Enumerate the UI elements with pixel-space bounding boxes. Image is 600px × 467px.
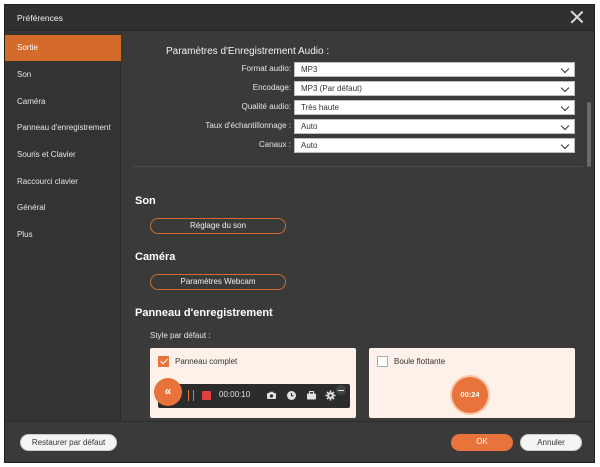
pause-icon <box>188 390 194 401</box>
select-value: Auto <box>301 122 318 131</box>
field-label: Encodage: <box>252 83 291 92</box>
field-label: Canaux : <box>258 140 291 149</box>
default-style-label: Style par défaut : <box>150 331 211 340</box>
field-audio-format: Format audio: MP3 <box>122 62 575 78</box>
sidebar-item-souris-clavier[interactable]: Souris et Clavier <box>5 142 121 168</box>
chevron-down-icon <box>560 121 570 131</box>
chevron-down-icon <box>560 64 570 74</box>
select-value: Très haute <box>301 103 339 112</box>
field-label: Format audio: <box>241 64 291 73</box>
field-encoding: Encodage: MP3 (Par défaut) <box>122 81 575 97</box>
settings-content: Paramètres d'Enregistrement Audio : Form… <box>122 32 594 421</box>
sidebar-item-son[interactable]: Son <box>5 62 121 88</box>
select-value: MP3 <box>301 65 318 74</box>
section-heading-panel: Panneau d'enregistrement <box>135 307 273 319</box>
field-label: Taux d'échantillonnage : <box>205 121 291 130</box>
chevron-down-icon <box>560 140 570 150</box>
full-panel-option[interactable]: Panneau complet « 00:00:10 <box>150 348 356 418</box>
gear-icon <box>325 390 336 401</box>
sidebar-item-sortie[interactable]: Sortie <box>5 35 121 61</box>
field-sample-rate: Taux d'échantillonnage : Auto <box>122 119 575 135</box>
section-heading-son: Son <box>135 195 156 207</box>
floating-ball-checkbox[interactable] <box>377 356 388 367</box>
recording-toolbar-preview: « 00:00:10 <box>154 378 350 408</box>
full-panel-checkbox[interactable] <box>158 356 169 367</box>
sidebar-item-raccourci[interactable]: Raccourci clavier <box>5 169 121 195</box>
chevron-down-icon <box>560 83 570 93</box>
field-label: Qualité audio: <box>241 102 291 111</box>
footer: Restaurer par défaut OK Annuler <box>5 421 594 462</box>
preferences-window: Préférences Sortie Son Caméra Panneau d'… <box>4 4 595 463</box>
recording-timer: 00:00:10 <box>219 390 251 399</box>
chevron-down-icon <box>560 102 570 112</box>
toolbox-icon <box>306 390 317 401</box>
sound-settings-button[interactable]: Réglage du son <box>150 218 286 234</box>
close-icon[interactable] <box>570 10 584 24</box>
cancel-button[interactable]: Annuler <box>520 434 582 451</box>
floating-ball-preview: 00:24 <box>452 377 488 413</box>
option-label: Panneau complet <box>175 357 238 366</box>
window-title: Préférences <box>17 13 63 23</box>
scrollbar[interactable] <box>587 102 591 167</box>
title-bar: Préférences <box>5 5 594 31</box>
field-channels: Canaux : Auto <box>122 138 575 154</box>
section-heading-camera: Caméra <box>135 251 176 263</box>
sidebar-item-panneau[interactable]: Panneau d'enregistrement <box>5 115 121 141</box>
restore-defaults-button[interactable]: Restaurer par défaut <box>20 434 117 451</box>
clock-icon <box>286 390 297 401</box>
sidebar: Sortie Son Caméra Panneau d'enregistreme… <box>5 32 121 421</box>
audio-settings-title: Paramètres d'Enregistrement Audio : <box>166 46 330 57</box>
stop-icon <box>202 391 211 400</box>
minimize-icon <box>336 385 346 395</box>
divider <box>133 166 583 167</box>
select-value: Auto <box>301 141 318 150</box>
webcam-settings-button[interactable]: Paramètres Webcam <box>150 274 286 290</box>
sidebar-item-general[interactable]: Général <box>5 195 121 221</box>
collapse-icon: « <box>154 378 182 406</box>
sample-rate-select[interactable]: Auto <box>294 119 575 134</box>
floating-ball-option[interactable]: Boule flottante 00:24 <box>369 348 575 418</box>
audio-format-select[interactable]: MP3 <box>294 62 575 77</box>
sidebar-item-camera[interactable]: Caméra <box>5 89 121 115</box>
audio-quality-select[interactable]: Très haute <box>294 100 575 115</box>
channels-select[interactable]: Auto <box>294 138 575 153</box>
encoding-select[interactable]: MP3 (Par défaut) <box>294 81 575 96</box>
option-label: Boule flottante <box>394 357 446 366</box>
sidebar-item-plus[interactable]: Plus <box>5 222 121 248</box>
camera-icon <box>266 390 277 401</box>
field-audio-quality: Qualité audio: Très haute <box>122 100 575 116</box>
select-value: MP3 (Par défaut) <box>301 84 362 93</box>
ok-button[interactable]: OK <box>451 434 513 451</box>
